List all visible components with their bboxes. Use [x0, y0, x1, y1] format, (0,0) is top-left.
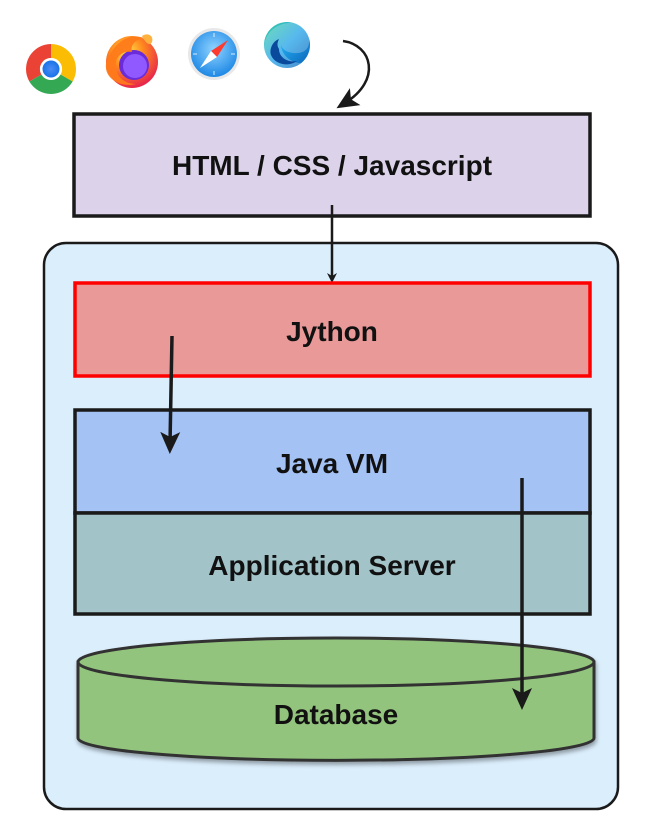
safari-icon [188, 28, 240, 80]
frontend-label: HTML / CSS / Javascript [172, 150, 492, 181]
jython-label: Jython [286, 316, 378, 347]
firefox-icon [105, 34, 158, 88]
jvm-label: Java VM [276, 448, 388, 479]
architecture-diagram: HTML / CSS / Javascript Jython Java VM A… [0, 0, 650, 831]
appserver-label: Application Server [208, 550, 456, 581]
diagram-svg: HTML / CSS / Javascript Jython Java VM A… [24, 22, 620, 811]
jython-to-jvm-arrow [160, 335, 181, 454]
chrome-icon [24, 42, 78, 96]
database-label: Database [274, 699, 399, 730]
edge-icon [264, 22, 310, 69]
browser-to-frontend-arrow [336, 39, 371, 109]
